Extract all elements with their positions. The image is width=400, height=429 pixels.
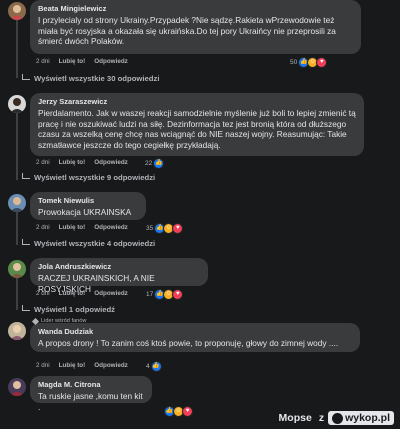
comment-author[interactable]: Wanda Dudziak — [38, 327, 352, 337]
comment-bubble: Beata Mingielewicz I przylecialy od stro… — [30, 0, 361, 54]
love-reaction-icon: ♥ — [316, 57, 328, 68]
diamond-icon — [31, 317, 40, 325]
view-replies-link[interactable]: Wyświetl wszystkie 9 odpowiedzi — [22, 172, 156, 182]
comment-author[interactable]: Tomek Niewulis — [38, 196, 138, 206]
comment-actions: 2 dni Lubię to! Odpowiedz — [36, 159, 137, 166]
avatar[interactable] — [8, 378, 26, 396]
comment-actions: 2 dni Lubię to! Odpowiedz — [36, 362, 137, 369]
avatar[interactable] — [8, 194, 26, 212]
like-link[interactable]: Lubię to! — [59, 58, 86, 65]
avatar[interactable] — [8, 260, 26, 278]
thread-line — [16, 20, 18, 78]
comment-bubble: Tomek Niewulis Prowokacja UKRAINSKA — [30, 192, 146, 220]
comment-bubble: Jerzy Szaraszewicz Pierdalamento. Jak w … — [30, 93, 364, 156]
comment-actions: 2 dni Lubię to! Odpowiedz — [36, 290, 137, 297]
watermark-sep: z — [318, 412, 325, 424]
reaction-count: 35 — [146, 225, 154, 232]
reaction-summary[interactable]: 50 👍 ☺ ♥ — [290, 57, 328, 68]
comment-text: A propos drony ! To zanim coś ktoś powie… — [38, 338, 339, 348]
comment-author[interactable]: Jerzy Szaraszewicz — [38, 97, 356, 107]
reply-link[interactable]: Odpowiedz — [94, 290, 128, 297]
thread-line — [16, 274, 18, 310]
reaction-summary[interactable]: 17 👍 ☺ ♥ — [146, 289, 184, 300]
reaction-count: 4 — [146, 363, 150, 370]
reply-arrow-icon — [22, 172, 30, 179]
reply-arrow-icon — [22, 73, 30, 80]
view-replies-link[interactable]: Wyświetl 1 odpowiedź — [22, 304, 116, 314]
reply-arrow-icon — [22, 304, 30, 311]
reaction-summary[interactable]: 22 👍 — [145, 158, 165, 169]
thread-line — [16, 108, 18, 180]
comment-text: I przylecialy od strony Ukrainy.Przypade… — [38, 15, 336, 47]
watermark-user: Mopse — [278, 412, 312, 424]
thread-line — [16, 208, 18, 245]
comment-author[interactable]: Jola Andruszkiewicz — [38, 262, 200, 272]
avatar[interactable] — [8, 2, 26, 20]
reaction-summary[interactable]: 👍 ☺ ♥ — [164, 406, 193, 417]
like-reaction-icon: 👍 — [150, 361, 162, 372]
reply-link[interactable]: Odpowiedz — [94, 58, 128, 65]
comment-text: Pierdalamento. Jak w waszej reakcji samo… — [38, 108, 356, 150]
reaction-count: 22 — [145, 160, 153, 167]
comment-actions: 2 dni Lubię to! Odpowiedz — [36, 58, 137, 65]
comment-text: Ta ruskie jasne ,komu ten kit . — [38, 391, 143, 412]
reaction-summary[interactable]: 35 👍 ☺ ♥ — [146, 223, 184, 234]
reaction-summary[interactable]: 4 👍 — [146, 361, 162, 372]
like-link[interactable]: Lubię to! — [59, 159, 86, 166]
comment-actions: 2 dni Lubię to! Odpowiedz — [36, 224, 137, 231]
reply-link[interactable]: Odpowiedz — [94, 362, 128, 369]
view-replies-label: Wyświetl wszystkie 4 odpowiedzi — [34, 239, 156, 248]
view-replies-link[interactable]: Wyświetl wszystkie 4 odpowiedzi — [22, 238, 156, 248]
watermark-site-badge: wykop.pl — [328, 411, 394, 425]
like-reaction-icon: 👍 — [153, 158, 165, 169]
comment-bubble: Wanda Dudziak A propos drony ! To zanim … — [30, 323, 360, 352]
like-link[interactable]: Lubię to! — [59, 224, 86, 231]
comment-author[interactable]: Magda M. Citrona — [38, 380, 144, 390]
comment-bubble: Magda M. Citrona Ta ruskie jasne ,komu t… — [30, 376, 152, 412]
view-replies-link[interactable]: Wyświetl wszystkie 30 odpowiedzi — [22, 73, 160, 83]
fan-badge: Lider wśród fanów — [31, 317, 87, 325]
like-link[interactable]: Lubię to! — [59, 362, 86, 369]
view-replies-label: Wyświetl wszystkie 30 odpowiedzi — [34, 74, 160, 83]
watermark: Mopse z wykop.pl — [279, 411, 394, 425]
like-link[interactable]: Lubię to! — [59, 290, 86, 297]
reply-link[interactable]: Odpowiedz — [94, 224, 128, 231]
view-replies-label: Wyświetl wszystkie 9 odpowiedzi — [34, 173, 156, 182]
reply-link[interactable]: Odpowiedz — [94, 159, 128, 166]
comment-time[interactable]: 2 dni — [36, 224, 50, 231]
avatar[interactable] — [8, 95, 26, 113]
comment-time[interactable]: 2 dni — [36, 290, 50, 297]
comment-bubble: Jola Andruszkiewicz RACZEJ UKRAINSKICH, … — [30, 258, 208, 294]
watermark-site: wykop.pl — [345, 412, 390, 424]
comment-text: Prowokacja UKRAINSKA — [38, 207, 132, 217]
love-reaction-icon: ♥ — [182, 406, 193, 417]
reaction-count: 50 — [290, 59, 298, 66]
reply-arrow-icon — [22, 238, 30, 245]
comment-time[interactable]: 2 dni — [36, 58, 50, 65]
reaction-count: 17 — [146, 291, 154, 298]
avatar[interactable] — [8, 322, 26, 340]
comment-time[interactable]: 2 dni — [36, 159, 50, 166]
badge-label: Lider wśród fanów — [41, 318, 87, 324]
wykop-logo-icon — [332, 412, 344, 424]
comment-time[interactable]: 2 dni — [36, 362, 50, 369]
view-replies-label: Wyświetl 1 odpowiedź — [34, 305, 116, 314]
comment-author[interactable]: Beata Mingielewicz — [38, 4, 353, 14]
love-reaction-icon: ♥ — [172, 289, 184, 300]
love-reaction-icon: ♥ — [172, 223, 184, 234]
